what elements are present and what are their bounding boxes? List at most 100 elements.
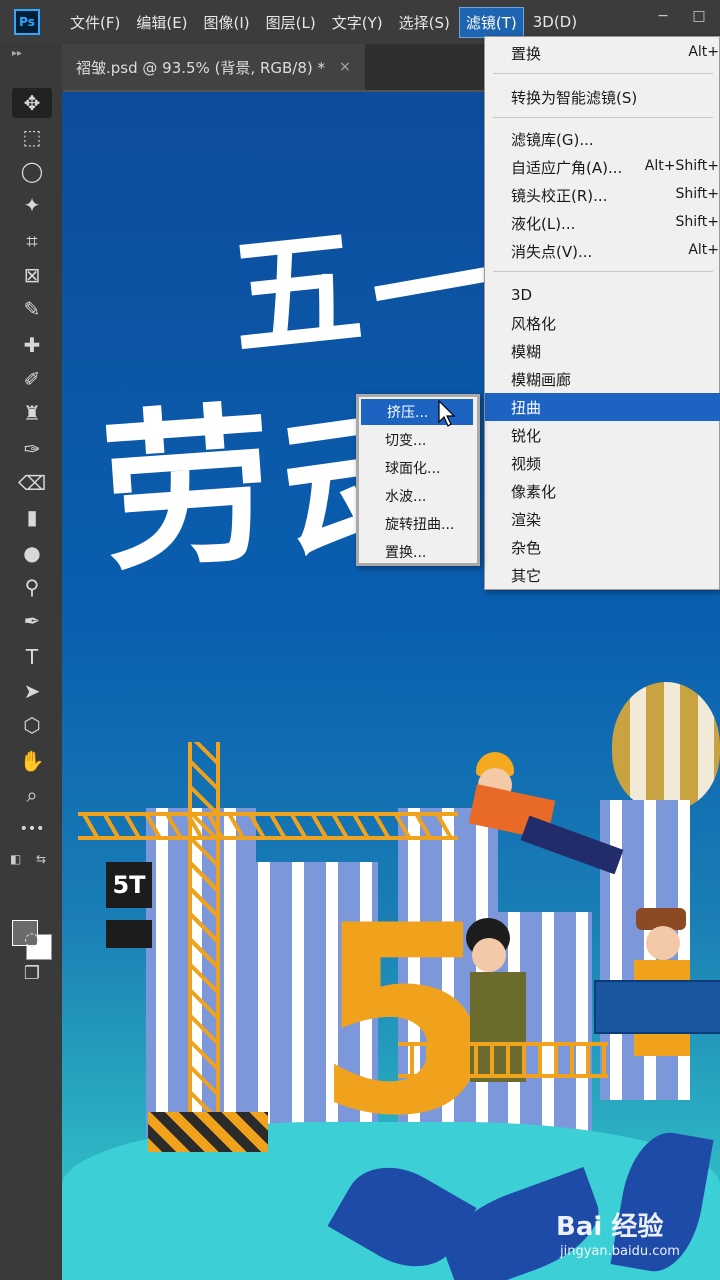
filter-dropdown-menu: 置换 Alt+ 转换为智能滤镜(S) 滤镜库(G)... 自适应广角(A)...…: [484, 36, 720, 590]
ladder: [398, 1042, 608, 1078]
menu-select[interactable]: 选择(S): [393, 8, 456, 37]
menu-item-stylize[interactable]: 风格化: [485, 309, 720, 337]
crane-jib: [78, 812, 458, 840]
brush-tool-icon[interactable]: ✐: [12, 364, 52, 394]
menu-item-label: 转换为智能滤镜(S): [511, 88, 638, 107]
window-controls: − □: [652, 8, 710, 24]
headline-char: 劳: [96, 384, 280, 596]
menu-type[interactable]: 文字(Y): [326, 8, 389, 37]
document-title: 褶皱.psd @ 93.5% (背景, RGB/8) *: [76, 58, 326, 77]
menu-item-label: 3D: [511, 286, 533, 304]
menu-item-label: 模糊画廊: [511, 370, 572, 389]
menu-item-label: 锐化: [511, 426, 542, 445]
menu-item-shortcut: Shift+: [675, 214, 719, 230]
move-tool-icon[interactable]: ✥: [12, 88, 52, 118]
menu-item-3d[interactable]: 3D: [485, 281, 720, 309]
menu-item-label: 自适应广角(A)...: [511, 158, 623, 177]
lasso-tool-icon[interactable]: ◯: [12, 156, 52, 186]
menu-item-label: 风格化: [511, 314, 557, 333]
document-tab[interactable]: 褶皱.psd @ 93.5% (背景, RGB/8) * ×: [62, 44, 365, 90]
blur-tool-icon[interactable]: ●: [12, 538, 52, 568]
zoom-tool-icon[interactable]: ⌕: [12, 780, 52, 810]
magic-wand-tool-icon[interactable]: ✦: [12, 190, 52, 220]
menu-separator: [493, 117, 713, 118]
frame-tool-icon[interactable]: ⊠: [12, 260, 52, 290]
submenu-item-spherize[interactable]: 球面化...: [359, 455, 477, 481]
submenu-item-twirl[interactable]: 旋转扭曲...: [359, 511, 477, 537]
hot-air-balloon: [612, 682, 720, 810]
blueprint-map: [594, 980, 720, 1034]
menu-item-label: 置换: [511, 44, 542, 63]
close-icon[interactable]: ×: [339, 59, 351, 75]
menu-item-label: 滤镜库(G)...: [511, 130, 594, 149]
submenu-item-shear[interactable]: 切变...: [359, 427, 477, 453]
tools-panel: ▸▸ ✥ ⬚ ◯ ✦ ⌗ ⊠ ✎ ✚ ✐ ♜ ✑ ⌫ ▮ ● ⚲ ✒ T ➤ ⬡…: [0, 44, 63, 1280]
menu-item-pixelate[interactable]: 像素化: [485, 477, 720, 505]
menu-item-label: 像素化: [511, 482, 557, 501]
menu-item-convert-smart-filter[interactable]: 转换为智能滤镜(S): [485, 83, 720, 111]
worker-head: [646, 926, 680, 960]
menu-filter[interactable]: 滤镜(T): [458, 6, 524, 38]
quick-mask-icon[interactable]: ◌: [12, 924, 52, 954]
dodge-tool-icon[interactable]: ⚲: [12, 572, 52, 602]
menu-item-displace[interactable]: 置换 Alt+: [485, 39, 720, 67]
menu-item-noise[interactable]: 杂色: [485, 533, 720, 561]
type-tool-icon[interactable]: T: [12, 642, 52, 672]
menu-item-sharpen[interactable]: 锐化: [485, 421, 720, 449]
menu-item-label: 镜头校正(R)...: [511, 186, 608, 205]
minimize-icon[interactable]: −: [652, 8, 674, 24]
menu-item-shortcut: Alt+Shift+: [644, 158, 719, 174]
swap-colors-icon[interactable]: ⇆: [36, 852, 46, 866]
collapse-panel-icon[interactable]: ▸▸: [12, 48, 22, 59]
menu-item-shortcut: Alt+: [688, 44, 719, 60]
path-selection-tool-icon[interactable]: ➤: [12, 676, 52, 706]
healing-brush-tool-icon[interactable]: ✚: [12, 330, 52, 360]
crane-mast: [188, 742, 220, 1142]
menu-item-filter-gallery[interactable]: 滤镜库(G)...: [485, 125, 720, 153]
menu-separator: [493, 73, 713, 74]
crane-counterweight: [106, 920, 152, 948]
menu-item-shortcut: Shift+: [675, 186, 719, 202]
screen-mode-icon[interactable]: ❐: [12, 958, 52, 988]
crop-tool-icon[interactable]: ⌗: [12, 226, 52, 256]
submenu-item-zigzag[interactable]: 水波...: [359, 483, 477, 509]
distort-submenu: 挤压... 切变... 球面化... 水波... 旋转扭曲... 置换...: [356, 394, 480, 566]
menu-image[interactable]: 图像(I): [198, 8, 256, 37]
hand-tool-icon[interactable]: ✋: [12, 746, 52, 776]
menu-item-label: 消失点(V)...: [511, 242, 593, 261]
menu-item-other[interactable]: 其它: [485, 561, 720, 589]
submenu-item-displace[interactable]: 置换...: [359, 539, 477, 565]
menu-item-render[interactable]: 渲染: [485, 505, 720, 533]
menu-item-label: 杂色: [511, 538, 542, 557]
stamp-tool-icon[interactable]: ♜: [12, 398, 52, 428]
gradient-tool-icon[interactable]: ▮: [12, 502, 52, 532]
menu-item-label: 其它: [511, 566, 542, 585]
history-brush-tool-icon[interactable]: ✑: [12, 434, 52, 464]
menu-item-distort[interactable]: 扭曲: [485, 393, 720, 421]
marquee-tool-icon[interactable]: ⬚: [12, 122, 52, 152]
eyedropper-tool-icon[interactable]: ✎: [12, 294, 52, 324]
menu-file[interactable]: 文件(F): [64, 8, 126, 37]
menu-item-lens-correction[interactable]: 镜头校正(R)... Shift+: [485, 181, 720, 209]
photoshop-logo-icon: Ps: [14, 9, 40, 35]
restore-icon[interactable]: □: [688, 8, 710, 24]
menu-item-vanishing-point[interactable]: 消失点(V)... Alt+: [485, 237, 720, 265]
pen-tool-icon[interactable]: ✒: [12, 606, 52, 636]
menu-item-label: 渲染: [511, 510, 542, 529]
more-tools-icon[interactable]: •••: [12, 814, 52, 844]
worker-head: [472, 938, 506, 972]
menu-item-liquify[interactable]: 液化(L)... Shift+: [485, 209, 720, 237]
menu-item-blur[interactable]: 模糊: [485, 337, 720, 365]
eraser-tool-icon[interactable]: ⌫: [12, 468, 52, 498]
menu-edit[interactable]: 编辑(E): [130, 8, 193, 37]
menu-item-blur-gallery[interactable]: 模糊画廊: [485, 365, 720, 393]
menu-3d[interactable]: 3D(D): [527, 9, 583, 35]
menu-item-adaptive-wide-angle[interactable]: 自适应广角(A)... Alt+Shift+: [485, 153, 720, 181]
baidu-watermark-url: jingyan.baidu.com: [560, 1244, 680, 1259]
shape-tool-icon[interactable]: ⬡: [12, 710, 52, 740]
menu-layer[interactable]: 图层(L): [260, 8, 322, 37]
menu-item-video[interactable]: 视频: [485, 449, 720, 477]
default-colors-icon[interactable]: ◧: [10, 852, 21, 866]
mouse-cursor-icon: [438, 400, 456, 427]
menu-separator: [493, 271, 713, 272]
